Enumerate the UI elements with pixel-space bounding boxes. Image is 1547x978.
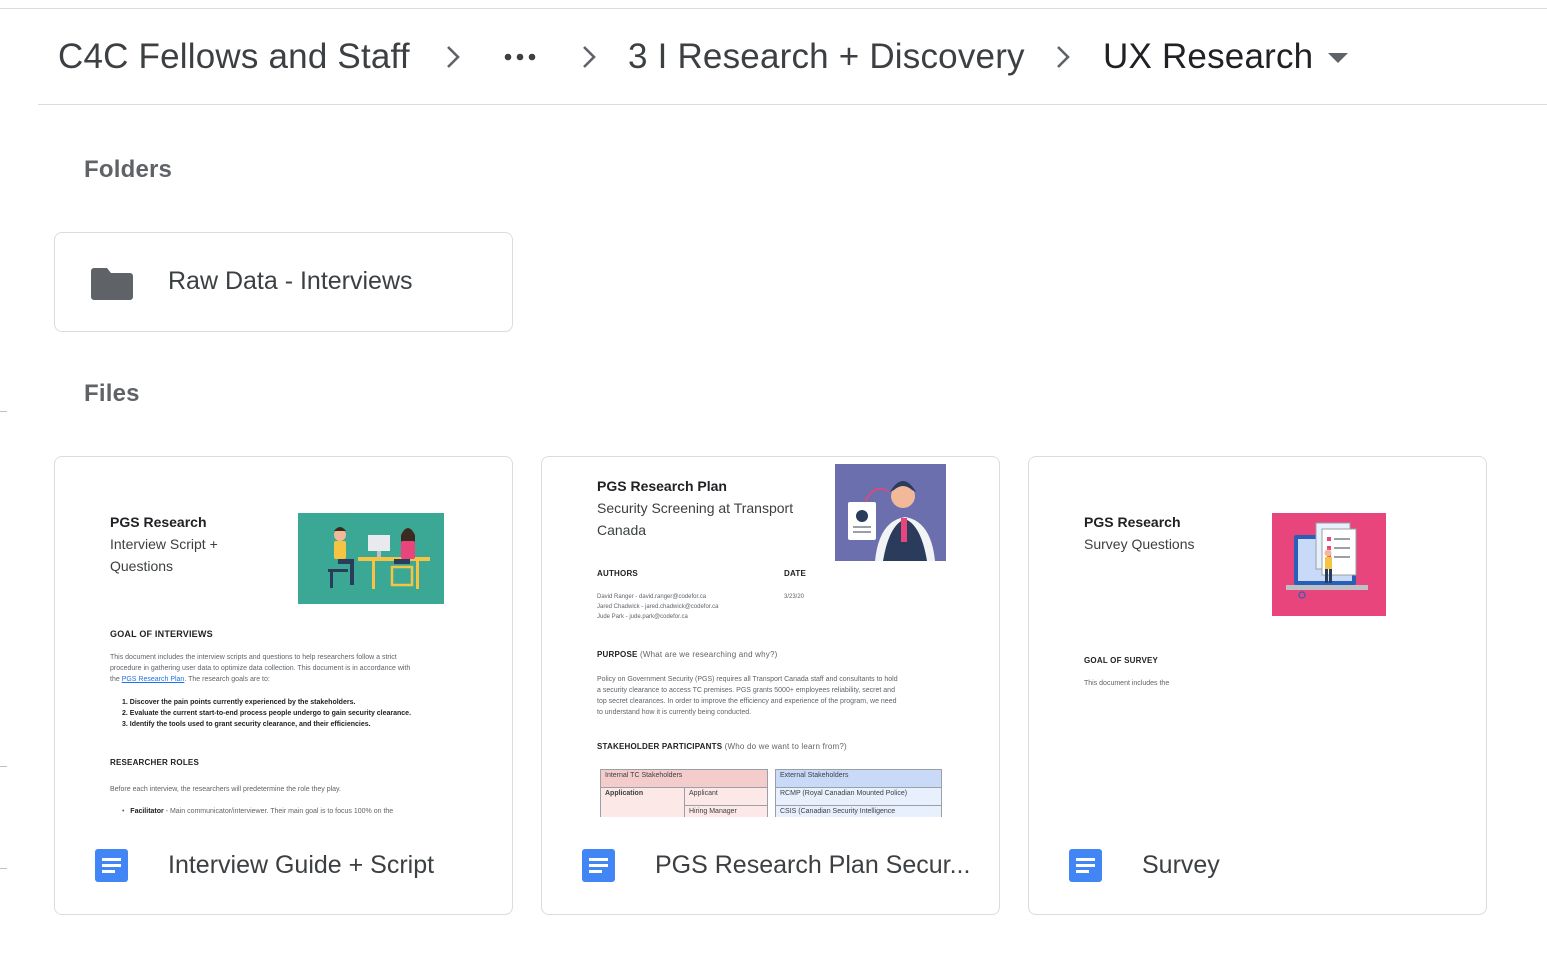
- file-card-survey[interactable]: PGS Research Survey Questions GOAL OF SU…: [1028, 456, 1487, 915]
- breadcrumb-item-c4c-fellows[interactable]: C4C Fellows and Staff: [58, 36, 410, 78]
- file-card-footer: Interview Guide + Script: [55, 817, 512, 914]
- preview-heading-part: (Who do we want to learn from?): [722, 742, 847, 751]
- preview-subtitle: Security Screening at Transport: [597, 500, 794, 516]
- preview-heading-part: STAKEHOLDER PARTICIPANTS: [597, 742, 723, 751]
- preview-subtitle: Canada: [597, 522, 647, 538]
- google-docs-icon: [582, 849, 615, 882]
- preview-title: PGS Research: [1084, 514, 1181, 530]
- table-cell: Hiring Manager: [684, 805, 768, 817]
- preview-heading-part: (What are we researching and why?): [637, 650, 778, 659]
- preview-subtitle: Interview Script +: [110, 536, 218, 552]
- preview-text: Policy on Government Security (PGS) requ…: [597, 676, 898, 683]
- security-badge-illustration: [835, 464, 946, 561]
- preview-text: This document includes the interview scr…: [110, 654, 397, 661]
- breadcrumb-item-research-discovery[interactable]: 3 I Research + Discovery: [628, 36, 1025, 78]
- preview-list-item: • Facilitator - Main communicator/interv…: [122, 808, 394, 815]
- table-cell: Application: [600, 787, 685, 817]
- table-cell: RCMP (Royal Canadian Mounted Police): [775, 787, 942, 806]
- preview-text: procedure in gathering user data to opti…: [110, 665, 411, 672]
- document-preview: PGS Research Plan Security Screening at …: [543, 458, 998, 817]
- preview-link: PGS Research Plan: [121, 676, 185, 683]
- preview-heading: GOAL OF SURVEY: [1084, 656, 1159, 665]
- document-preview: PGS Research Interview Script + Question…: [56, 458, 511, 817]
- preview-heading: STAKEHOLDER PARTICIPANTS (Who do we want…: [597, 742, 847, 751]
- folder-icon: [91, 268, 133, 300]
- preview-subtitle: Questions: [110, 558, 174, 574]
- preview-text: Jared Chadwick - jared.chadwick@codefor.…: [597, 604, 719, 610]
- top-divider: [0, 8, 1547, 9]
- file-name: Survey: [1142, 851, 1220, 879]
- preview-list-item: 3. Identify the tools used to grant secu…: [122, 721, 371, 728]
- caret-down-icon[interactable]: [1328, 52, 1348, 64]
- breadcrumb-item-ux-research[interactable]: UX Research: [1103, 36, 1313, 78]
- preview-text: David Ranger - david.ranger@codefor.ca: [597, 594, 707, 600]
- survey-illustration: [1272, 513, 1386, 616]
- preview-text: 3/23/20: [784, 594, 805, 600]
- preview-text: a security clearance to access TC premis…: [597, 687, 895, 694]
- preview-list-item: 1. Discover the pain points currently ex…: [122, 699, 356, 706]
- breadcrumb: C4C Fellows and Staff 3 I Research + Dis…: [38, 14, 1547, 105]
- preview-text-part: the: [110, 676, 122, 683]
- more-horizontal-icon[interactable]: [503, 46, 539, 68]
- file-card-footer: PGS Research Plan Secur...: [542, 817, 999, 914]
- left-edge-mark: [0, 411, 7, 412]
- preview-bold-term: Facilitator: [130, 808, 164, 815]
- google-docs-icon: [95, 849, 128, 882]
- chevron-right-icon: [583, 46, 596, 68]
- table-header: Internal TC Stakeholders: [600, 769, 768, 788]
- folder-name: Raw Data - Interviews: [168, 267, 413, 295]
- preview-list-item: 2. Evaluate the current start-to-end pro…: [122, 710, 412, 717]
- file-name: Interview Guide + Script: [168, 851, 435, 879]
- preview-text: the PGS Research Plan. The research goal…: [110, 674, 270, 685]
- preview-text-part: . The research goals are to:: [184, 676, 270, 683]
- preview-text: This document includes the: [1084, 680, 1170, 687]
- document-preview: PGS Research Survey Questions GOAL OF SU…: [1030, 458, 1485, 817]
- chevron-right-icon: [447, 46, 460, 68]
- file-card-research-plan[interactable]: PGS Research Plan Security Screening at …: [541, 456, 1000, 915]
- preview-heading: PURPOSE (What are we researching and why…: [597, 650, 777, 659]
- google-docs-icon: [1069, 849, 1102, 882]
- table-header: External Stakeholders: [775, 769, 942, 788]
- folder-card[interactable]: Raw Data - Interviews: [54, 232, 513, 332]
- files-section-label: Files: [84, 380, 140, 407]
- preview-heading: DATE: [784, 569, 806, 578]
- preview-subtitle: Survey Questions: [1084, 536, 1195, 552]
- preview-text-part: - Main communicator/interviewer. Their m…: [163, 808, 394, 815]
- preview-heading: GOAL OF INTERVIEWS: [110, 629, 213, 639]
- file-name: PGS Research Plan Secur...: [655, 851, 971, 879]
- chevron-right-icon: [1057, 46, 1070, 68]
- preview-text: Before each interview, the researchers w…: [110, 786, 341, 793]
- preview-title: PGS Research Plan: [597, 478, 727, 494]
- preview-heading: RESEARCHER ROLES: [110, 758, 199, 767]
- interview-illustration: [298, 513, 444, 604]
- preview-text: Jude Park - jude.park@codefor.ca: [597, 614, 688, 620]
- folders-section-label: Folders: [84, 156, 173, 183]
- file-card-footer: Survey: [1029, 817, 1486, 914]
- left-edge-mark: [0, 868, 7, 869]
- preview-heading-part: PURPOSE: [597, 650, 638, 659]
- preview-text: to understand how it is currently being …: [597, 709, 752, 716]
- file-card-interview-guide[interactable]: PGS Research Interview Script + Question…: [54, 456, 513, 915]
- preview-title: PGS Research: [110, 514, 207, 530]
- table-cell: CSIS (Canadian Security Intelligence: [775, 805, 942, 817]
- preview-text: top secret clearances. In order to impro…: [597, 698, 897, 705]
- table-cell: Applicant: [684, 787, 768, 806]
- left-edge-mark: [0, 766, 7, 767]
- preview-heading: AUTHORS: [597, 569, 638, 578]
